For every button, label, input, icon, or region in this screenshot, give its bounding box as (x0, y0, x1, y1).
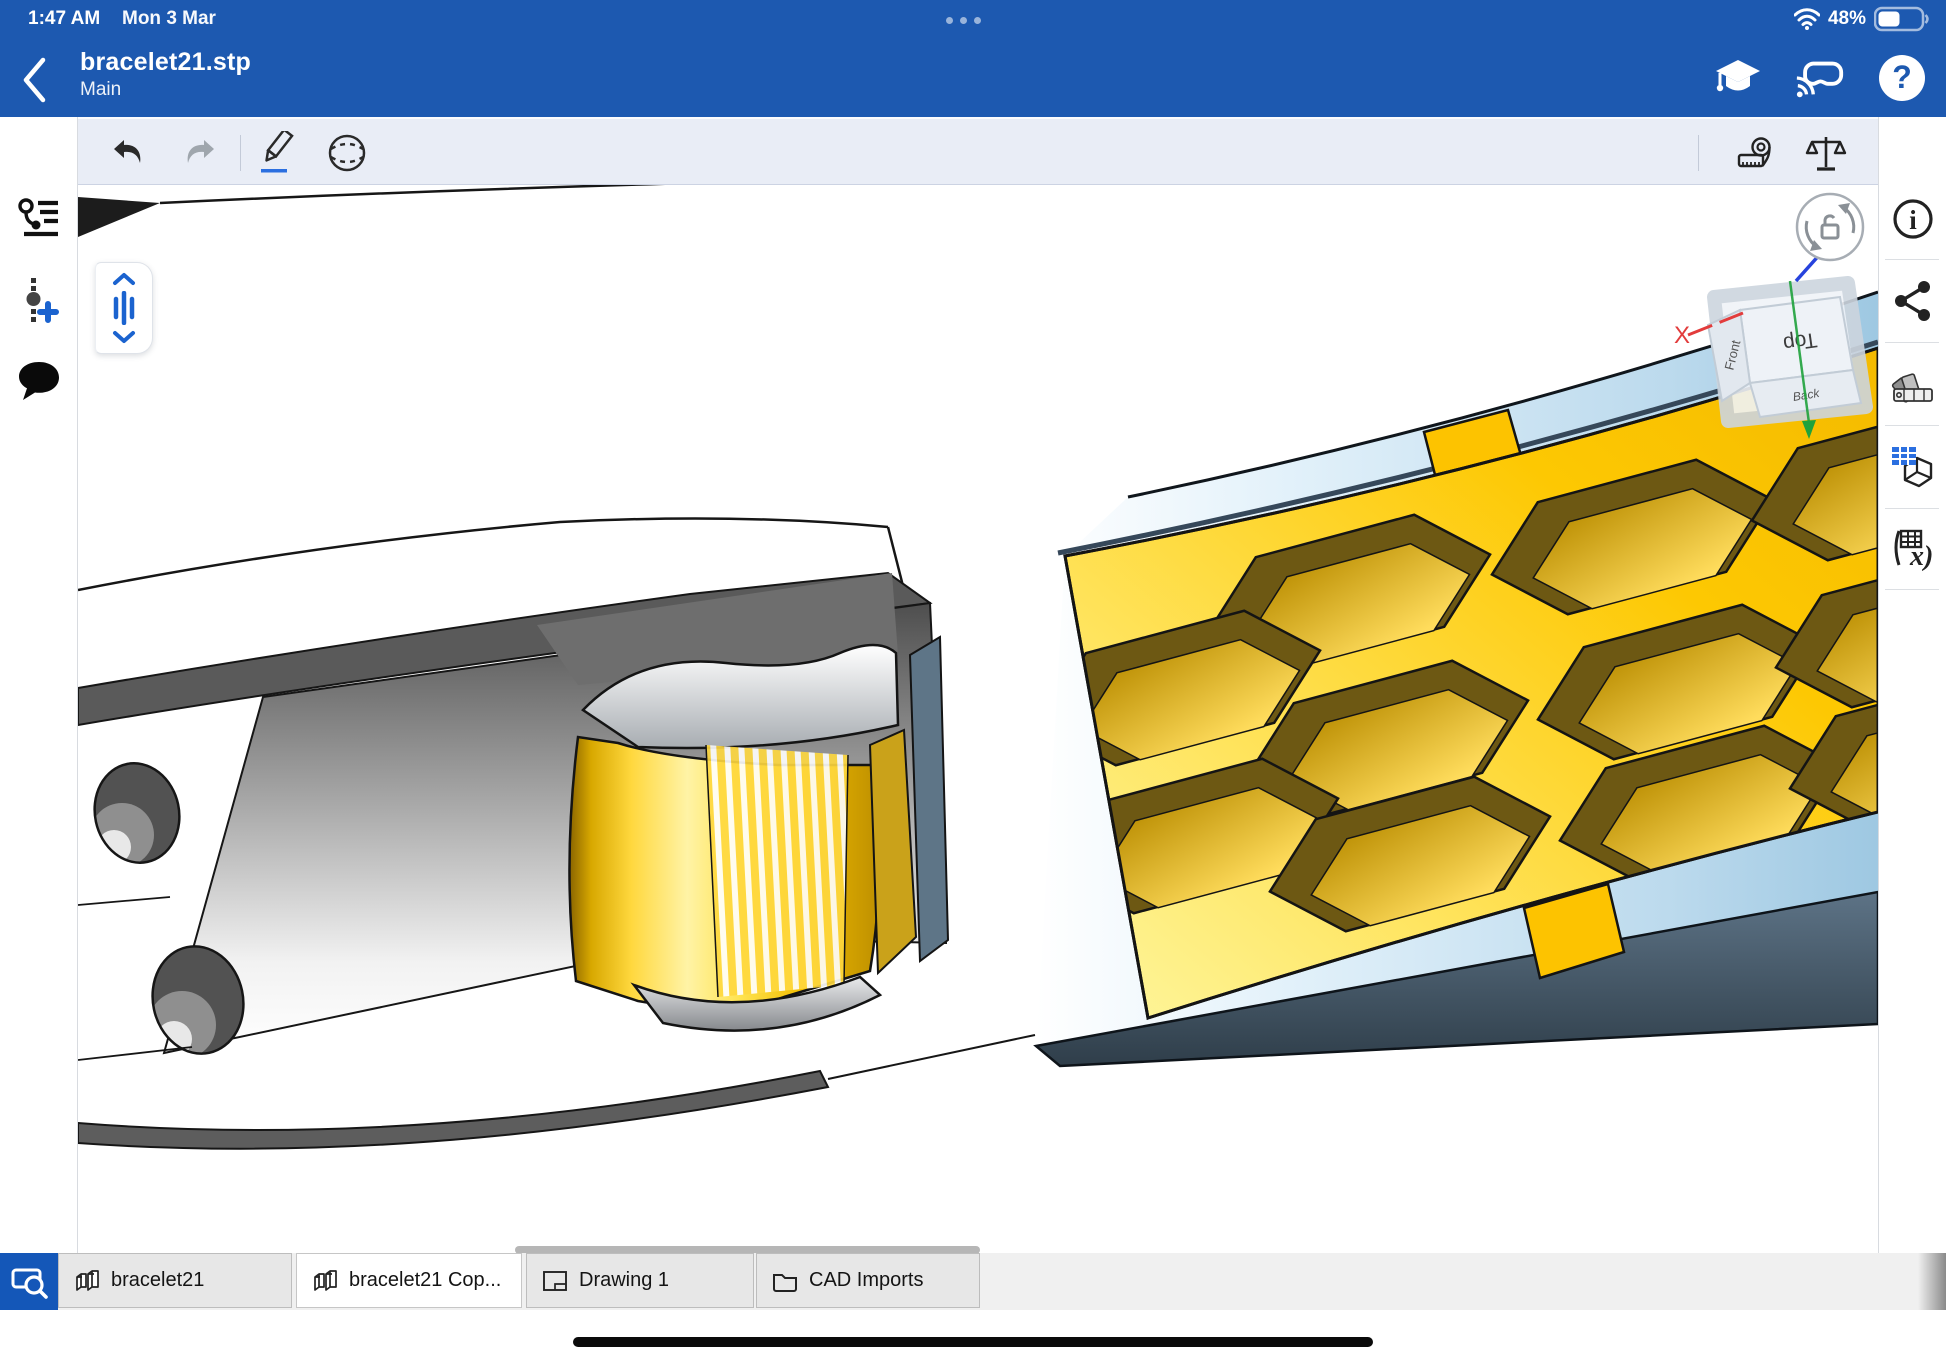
right-rail: i (1878, 117, 1946, 1253)
ar-headset-icon[interactable] (1794, 52, 1846, 104)
help-button[interactable]: ? (1876, 52, 1928, 104)
orbit-sphere-button[interactable] (325, 131, 369, 175)
date: Mon 3 Mar (122, 8, 216, 30)
rail-divider (1885, 342, 1939, 343)
tab-label: bracelet21 Cop... (349, 1269, 501, 1292)
learning-center-icon[interactable] (1712, 52, 1764, 104)
part-studio-icon (311, 1267, 339, 1295)
appearance-button[interactable] (1889, 359, 1937, 407)
tab-bracelet21[interactable]: bracelet21 (58, 1253, 292, 1308)
comment-button[interactable] (14, 356, 64, 406)
toolbar-divider (240, 135, 241, 171)
clock: 1:47 AM (28, 8, 100, 30)
feature-list-button[interactable] (14, 194, 64, 244)
section-view-flyout (95, 262, 153, 354)
bom-button[interactable] (1889, 443, 1937, 491)
flyout-down-button[interactable] (111, 329, 137, 345)
tab-bracelet21-copy[interactable]: bracelet21 Cop... (296, 1253, 522, 1308)
question-glyph: ? (1892, 59, 1912, 95)
share-button[interactable] (1889, 277, 1937, 325)
tab-bar: bracelet21 bracelet21 Cop... Drawing 1 (0, 1253, 1946, 1310)
tab-drawing-1[interactable]: Drawing 1 (526, 1253, 754, 1308)
rail-divider (1885, 425, 1939, 426)
insert-feature-button[interactable] (14, 276, 64, 326)
battery-percent: 48% (1828, 8, 1866, 30)
folder-icon (771, 1268, 799, 1294)
search-tabs-button[interactable] (0, 1253, 58, 1310)
model-viewport[interactable]: Top Front Back X Z (78, 185, 1878, 1253)
toolbar-divider (1698, 135, 1699, 171)
rail-divider (1885, 259, 1939, 260)
document-header: bracelet21.stp Main (0, 40, 1946, 117)
measure-button[interactable] (1734, 131, 1778, 175)
variables-button[interactable]: x) (1889, 525, 1937, 573)
model-render: Top Front Back X Z (78, 185, 1878, 1253)
back-button[interactable] (16, 54, 52, 106)
rail-divider (1885, 508, 1939, 509)
tab-label: CAD Imports (809, 1269, 923, 1292)
section-slider-icon[interactable] (109, 291, 139, 325)
workspace-name: Main (80, 79, 251, 101)
battery-icon (1874, 6, 1930, 32)
tab-overflow-shadow (1918, 1253, 1946, 1310)
axis-x-label: X (1674, 322, 1690, 349)
wifi-icon (1794, 8, 1820, 30)
info-glyph: i (1909, 205, 1917, 235)
flyout-up-button[interactable] (111, 271, 137, 287)
info-button[interactable]: i (1889, 195, 1937, 243)
undo-button[interactable] (106, 131, 150, 175)
tab-cad-imports[interactable]: CAD Imports (756, 1253, 980, 1308)
sketch-pencil-button[interactable] (255, 131, 299, 175)
tab-label: bracelet21 (111, 1269, 204, 1292)
drawing-icon (541, 1267, 569, 1295)
variables-glyph: x) (1909, 541, 1933, 571)
left-rail (0, 117, 78, 1253)
status-bar: 1:47 AM Mon 3 Mar 48% (0, 0, 1946, 40)
part-studio-icon (73, 1267, 101, 1295)
mass-properties-button[interactable] (1804, 131, 1848, 175)
redo-button[interactable] (178, 131, 222, 175)
status-ellipsis-icon[interactable] (946, 17, 981, 24)
document-title: bracelet21.stp (80, 48, 251, 77)
rail-divider (1885, 589, 1939, 590)
app-window: 1:47 AM Mon 3 Mar 48% bracelet21.stp Mai (0, 0, 1946, 1352)
rotation-lock-button[interactable] (1797, 194, 1863, 260)
view-toolbar (78, 117, 1878, 185)
home-indicator[interactable] (573, 1337, 1373, 1347)
tab-label: Drawing 1 (579, 1269, 669, 1292)
